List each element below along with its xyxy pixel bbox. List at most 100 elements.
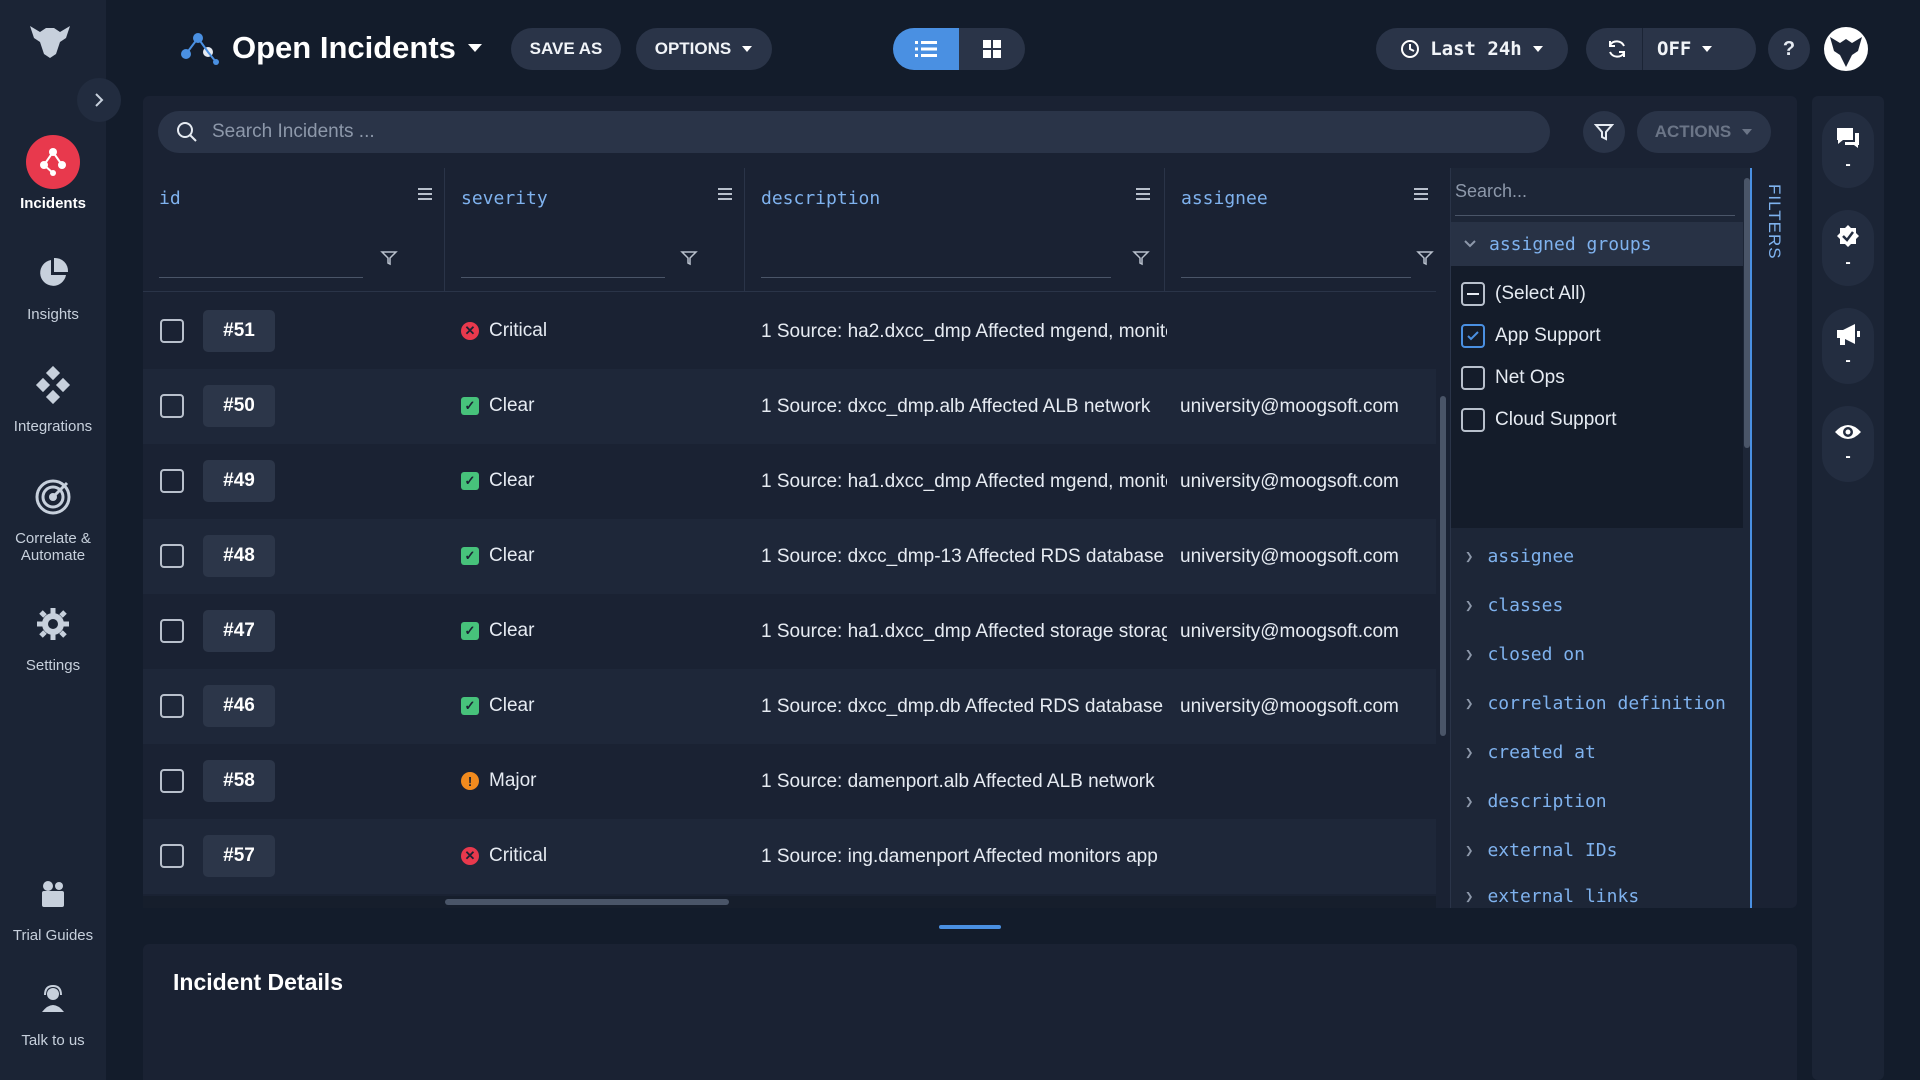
column-header-id[interactable]: id: [143, 168, 445, 292]
row-checkbox[interactable]: [160, 619, 184, 643]
nav-label: Settings: [25, 657, 81, 674]
filter-option-net-ops[interactable]: Net Ops: [1461, 366, 1565, 390]
list-view-button[interactable]: [893, 28, 959, 70]
filter-group-assigned-groups[interactable]: assigned groups: [1451, 222, 1743, 266]
row-checkbox[interactable]: [160, 694, 184, 718]
filters-side-tab[interactable]: FILTERS: [1750, 168, 1797, 908]
scroll-thumb[interactable]: [1440, 396, 1446, 736]
incident-id-badge[interactable]: #47: [203, 610, 275, 652]
filter-icon: [1594, 124, 1614, 141]
filter-field-description[interactable]: ❯ description: [1465, 791, 1607, 812]
grid-vertical-scrollbar[interactable]: [1436, 168, 1450, 908]
panel-resize-handle[interactable]: [939, 925, 1001, 929]
filter-field-created-at[interactable]: ❯ created at: [1465, 742, 1596, 763]
table-row[interactable]: #47 ✓ Clear 1 Source: ha1.dxcc_dmp Affect…: [143, 594, 1436, 669]
table-row[interactable]: #51 ✕ Critical 1 Source: ha2.dxcc_dmp Aff…: [143, 294, 1436, 369]
nav-item-insights[interactable]: Insights: [0, 246, 106, 323]
incident-id-badge[interactable]: #50: [203, 385, 275, 427]
nav-item-correlate-automate[interactable]: Correlate & Automate: [0, 470, 106, 564]
help-button[interactable]: ?: [1768, 28, 1810, 70]
checkbox[interactable]: [1461, 366, 1485, 390]
filter-icon[interactable]: [679, 248, 699, 268]
filter-option-app-support[interactable]: App Support: [1461, 324, 1601, 348]
auto-refresh-value[interactable]: OFF: [1657, 38, 1691, 60]
moogsoft-logo-icon[interactable]: [26, 20, 74, 60]
incident-id-badge[interactable]: #57: [203, 835, 275, 877]
refresh-icon[interactable]: [1606, 38, 1628, 60]
option-label: Cloud Support: [1495, 409, 1617, 430]
filter-field-assignee[interactable]: ❯ assignee: [1465, 546, 1574, 567]
watch-button[interactable]: -: [1822, 406, 1874, 482]
column-menu-icon[interactable]: [1133, 184, 1153, 204]
incident-id-badge[interactable]: #48: [203, 535, 275, 577]
scroll-thumb[interactable]: [445, 899, 729, 905]
nav-item-talk-to-us[interactable]: Talk to us: [0, 972, 106, 1049]
grid-horizontal-scrollbar[interactable]: [143, 896, 1436, 908]
eye-icon: [1835, 425, 1861, 439]
table-row[interactable]: #48 ✓ Clear 1 Source: dxcc_dmp-13 Affecte…: [143, 519, 1436, 594]
filter-field-external-links[interactable]: ❯ external links: [1465, 886, 1639, 907]
filter-field-classes[interactable]: ❯ classes: [1465, 595, 1563, 616]
save-as-button[interactable]: SAVE AS: [511, 28, 621, 70]
view-selector[interactable]: Open Incidents: [178, 26, 484, 70]
table-row[interactable]: #57 ✕ Critical 1 Source: ing.damenport Af…: [143, 819, 1436, 894]
filter-option-select-all[interactable]: (Select All): [1461, 282, 1586, 306]
filter-icon[interactable]: [379, 248, 399, 268]
resolve-button[interactable]: -: [1822, 210, 1874, 286]
filter-field-external-ids[interactable]: ❯ external IDs: [1465, 840, 1617, 861]
incident-id-badge[interactable]: #49: [203, 460, 275, 502]
assignee-filter-input[interactable]: [1181, 248, 1411, 278]
checkbox-checked[interactable]: [1461, 324, 1485, 348]
table-row[interactable]: #46 ✓ Clear 1 Source: dxcc_dmp.db Affecte…: [143, 669, 1436, 744]
column-menu-icon[interactable]: [1411, 184, 1431, 204]
announcements-button[interactable]: -: [1822, 308, 1874, 384]
options-button[interactable]: OPTIONS: [636, 28, 772, 70]
incident-id-badge[interactable]: #58: [203, 760, 275, 802]
time-range-selector[interactable]: Last 24h: [1376, 28, 1568, 70]
user-avatar[interactable]: [1824, 27, 1868, 71]
incident-id-badge[interactable]: #51: [203, 310, 275, 352]
filter-icon[interactable]: [1131, 248, 1151, 268]
comments-button[interactable]: -: [1822, 112, 1874, 188]
row-checkbox[interactable]: [160, 544, 184, 568]
nav-label: Insights: [27, 306, 79, 323]
filter-button[interactable]: [1583, 111, 1625, 153]
column-label: assignee: [1181, 188, 1268, 209]
grid-view-button[interactable]: [959, 28, 1025, 70]
checkbox-indeterminate[interactable]: [1461, 282, 1485, 306]
id-filter-input[interactable]: [159, 248, 363, 278]
description-filter-input[interactable]: [761, 248, 1111, 278]
description-cell: 1 Source: ing.damenport Affected monitor…: [761, 846, 1158, 867]
filter-icon[interactable]: [1415, 248, 1435, 268]
row-checkbox[interactable]: [160, 394, 184, 418]
search-input[interactable]: [212, 121, 1512, 143]
filter-field-correlation-definition[interactable]: ❯ correlation definition: [1465, 693, 1726, 714]
nav-item-trial-guides[interactable]: Trial Guides: [0, 867, 106, 944]
time-range-value: Last 24h: [1430, 38, 1522, 60]
nav-item-settings[interactable]: Settings: [0, 597, 106, 674]
actions-button[interactable]: ACTIONS: [1637, 111, 1771, 153]
column-header-assignee[interactable]: assignee: [1165, 168, 1436, 292]
table-row[interactable]: #50 ✓ Clear 1 Source: dxcc_dmp.alb Affect…: [143, 369, 1436, 444]
row-checkbox[interactable]: [160, 469, 184, 493]
table-row[interactable]: #58 ! Major 1 Source: damenport.alb Affec…: [143, 744, 1436, 819]
row-checkbox[interactable]: [160, 319, 184, 343]
filter-option-cloud-support[interactable]: Cloud Support: [1461, 408, 1616, 432]
megaphone-icon: [1837, 324, 1860, 345]
checkbox[interactable]: [1461, 408, 1485, 432]
row-checkbox[interactable]: [160, 769, 184, 793]
severity-filter-input[interactable]: [461, 248, 665, 278]
table-row[interactable]: #49 ✓ Clear 1 Source: ha1.dxcc_dmp Affect…: [143, 444, 1436, 519]
severity-cell: ✓ Clear: [461, 470, 534, 492]
filters-search-input[interactable]: [1455, 168, 1735, 215]
column-menu-icon[interactable]: [715, 184, 735, 204]
column-menu-icon[interactable]: [415, 184, 435, 204]
description-cell: 1 Source: ha1.dxcc_dmp Affected storage …: [761, 621, 1167, 642]
nav-item-integrations[interactable]: Integrations: [0, 358, 106, 435]
nav-item-incidents[interactable]: Incidents: [0, 135, 106, 212]
filter-field-closed-on[interactable]: ❯ closed on: [1465, 644, 1585, 665]
column-header-description[interactable]: description: [745, 168, 1165, 292]
column-header-severity[interactable]: severity: [445, 168, 745, 292]
incident-id-badge[interactable]: #46: [203, 685, 275, 727]
row-checkbox[interactable]: [160, 844, 184, 868]
